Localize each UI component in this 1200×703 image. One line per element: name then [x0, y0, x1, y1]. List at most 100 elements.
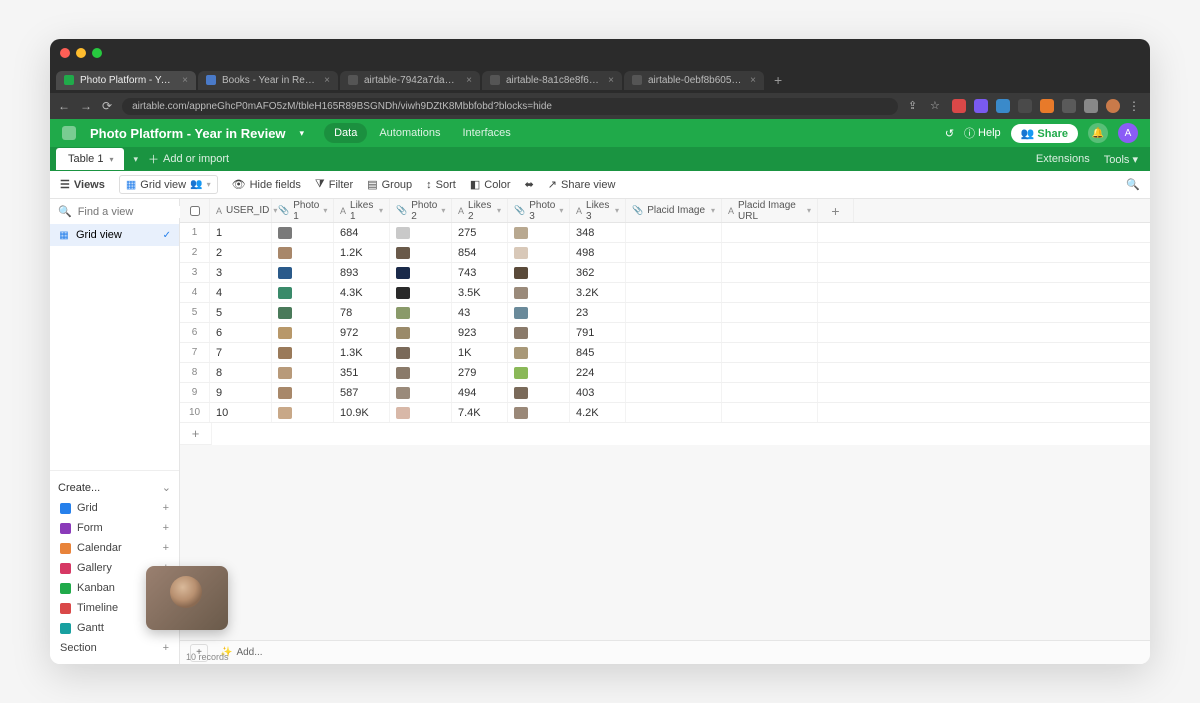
cell-likes1[interactable]: 4.3K	[334, 283, 390, 302]
column-header[interactable]: ALikes 3▾	[570, 199, 626, 222]
tools-dropdown[interactable]: Tools ▾	[1104, 153, 1138, 166]
group-button[interactable]: ▤ Group	[367, 178, 412, 191]
cell-photo1[interactable]	[272, 223, 334, 242]
cell-placid-image[interactable]	[626, 283, 722, 302]
cell-placid-image[interactable]	[626, 263, 722, 282]
table-row[interactable]: 9 9 587 494 403	[180, 383, 1150, 403]
table-tab-caret-icon[interactable]: ▾	[109, 155, 113, 164]
color-button[interactable]: ◧ Color	[470, 178, 511, 191]
view-item-grid[interactable]: ▦ Grid view ✓	[50, 224, 179, 246]
share-icon[interactable]: ⇪	[908, 99, 922, 113]
nav-interfaces[interactable]: Interfaces	[452, 123, 520, 143]
cell-photo3[interactable]	[508, 403, 570, 422]
nav-back-icon[interactable]: ←	[58, 99, 70, 113]
cell-placid-image[interactable]	[626, 243, 722, 262]
cell-likes1[interactable]: 972	[334, 323, 390, 342]
cell-placid-image[interactable]	[626, 343, 722, 362]
collaborators-icon[interactable]: 👥	[190, 179, 202, 190]
extension-icon[interactable]	[996, 99, 1010, 113]
cell-likes3[interactable]: 791	[570, 323, 626, 342]
cell-likes1[interactable]: 78	[334, 303, 390, 322]
cell-photo2[interactable]	[390, 363, 452, 382]
cell-user-id[interactable]: 4	[210, 283, 272, 302]
cell-photo1[interactable]	[272, 363, 334, 382]
grid-view-chip[interactable]: ▦Grid view 👥 ▾	[119, 175, 218, 194]
cell-likes1[interactable]: 893	[334, 263, 390, 282]
cell-user-id[interactable]: 9	[210, 383, 272, 402]
cell-likes2[interactable]: 1K	[452, 343, 508, 362]
extensions-link[interactable]: Extensions	[1036, 153, 1090, 165]
cell-likes1[interactable]: 587	[334, 383, 390, 402]
cell-likes2[interactable]: 494	[452, 383, 508, 402]
share-button[interactable]: 👥 Share	[1011, 124, 1078, 143]
cell-user-id[interactable]: 6	[210, 323, 272, 342]
hide-fields-button[interactable]: 👁 Hide fields	[232, 178, 301, 191]
nav-automations[interactable]: Automations	[369, 123, 450, 143]
search-icon[interactable]: 🔍	[1126, 178, 1140, 191]
share-view-button[interactable]: ↗ Share view	[548, 178, 616, 191]
cell-user-id[interactable]: 5	[210, 303, 272, 322]
cell-user-id[interactable]: 8	[210, 363, 272, 382]
row-number[interactable]: 7	[180, 343, 210, 362]
window-maximize[interactable]	[92, 48, 102, 58]
cell-placid-image[interactable]	[626, 323, 722, 342]
create-view-form[interactable]: Form+	[58, 518, 171, 538]
cell-likes2[interactable]: 279	[452, 363, 508, 382]
cell-photo1[interactable]	[272, 383, 334, 402]
cell-likes1[interactable]: 684	[334, 223, 390, 242]
cell-photo2[interactable]	[390, 323, 452, 342]
cell-photo3[interactable]	[508, 323, 570, 342]
cell-placid-url[interactable]	[722, 243, 818, 262]
sort-button[interactable]: ↕ Sort	[426, 179, 456, 191]
select-all-checkbox[interactable]	[180, 199, 210, 222]
cell-photo2[interactable]	[390, 403, 452, 422]
table-row[interactable]: 3 3 893 743 362	[180, 263, 1150, 283]
nav-forward-icon[interactable]: →	[80, 99, 92, 113]
cell-likes1[interactable]: 1.3K	[334, 343, 390, 362]
base-dropdown-icon[interactable]: ▾	[300, 128, 305, 139]
cell-user-id[interactable]: 7	[210, 343, 272, 362]
column-header[interactable]: APlacid Image URL▾	[722, 199, 818, 222]
column-header[interactable]: 📎Photo 1▾	[272, 199, 334, 222]
cell-photo3[interactable]	[508, 283, 570, 302]
row-number[interactable]: 5	[180, 303, 210, 322]
nav-data[interactable]: Data	[324, 123, 367, 143]
tab-close-icon[interactable]: ×	[324, 75, 330, 86]
airtable-logo-icon[interactable]	[62, 126, 76, 140]
cell-likes3[interactable]: 348	[570, 223, 626, 242]
tab-close-icon[interactable]: ×	[750, 75, 756, 86]
cell-likes3[interactable]: 362	[570, 263, 626, 282]
create-section[interactable]: Section +	[58, 638, 171, 658]
cell-placid-url[interactable]	[722, 303, 818, 322]
cell-likes2[interactable]: 3.5K	[452, 283, 508, 302]
bookmark-star-icon[interactable]: ☆	[930, 99, 944, 113]
cell-placid-image[interactable]	[626, 303, 722, 322]
row-number[interactable]: 3	[180, 263, 210, 282]
column-header[interactable]: ALikes 2▾	[452, 199, 508, 222]
cell-likes3[interactable]: 224	[570, 363, 626, 382]
cell-likes2[interactable]: 854	[452, 243, 508, 262]
row-number[interactable]: 8	[180, 363, 210, 382]
cell-photo1[interactable]	[272, 243, 334, 262]
cell-photo2[interactable]	[390, 303, 452, 322]
create-toggle[interactable]: Create...⌄	[58, 477, 171, 498]
nav-reload-icon[interactable]: ⟳	[102, 99, 112, 113]
table-row[interactable]: 2 2 1.2K 854 498	[180, 243, 1150, 263]
url-input[interactable]: airtable.com/appneGhcP0mAFO5zM/tbleH165R…	[122, 98, 898, 115]
row-height-button[interactable]: ⬌	[525, 178, 534, 191]
window-close[interactable]	[60, 48, 70, 58]
cell-photo1[interactable]	[272, 263, 334, 282]
cell-placid-image[interactable]	[626, 223, 722, 242]
notifications-icon[interactable]: 🔔	[1088, 123, 1108, 143]
cell-photo1[interactable]	[272, 343, 334, 362]
column-header[interactable]: 📎Photo 3▾	[508, 199, 570, 222]
table-row[interactable]: 7 7 1.3K 1K 845	[180, 343, 1150, 363]
table-row[interactable]: 6 6 972 923 791	[180, 323, 1150, 343]
extension-icon[interactable]	[952, 99, 966, 113]
window-minimize[interactable]	[76, 48, 86, 58]
cell-likes2[interactable]: 43	[452, 303, 508, 322]
cell-likes3[interactable]: 3.2K	[570, 283, 626, 302]
cell-placid-url[interactable]	[722, 263, 818, 282]
tab-close-icon[interactable]: ×	[182, 75, 188, 86]
tab-close-icon[interactable]: ×	[466, 75, 472, 86]
